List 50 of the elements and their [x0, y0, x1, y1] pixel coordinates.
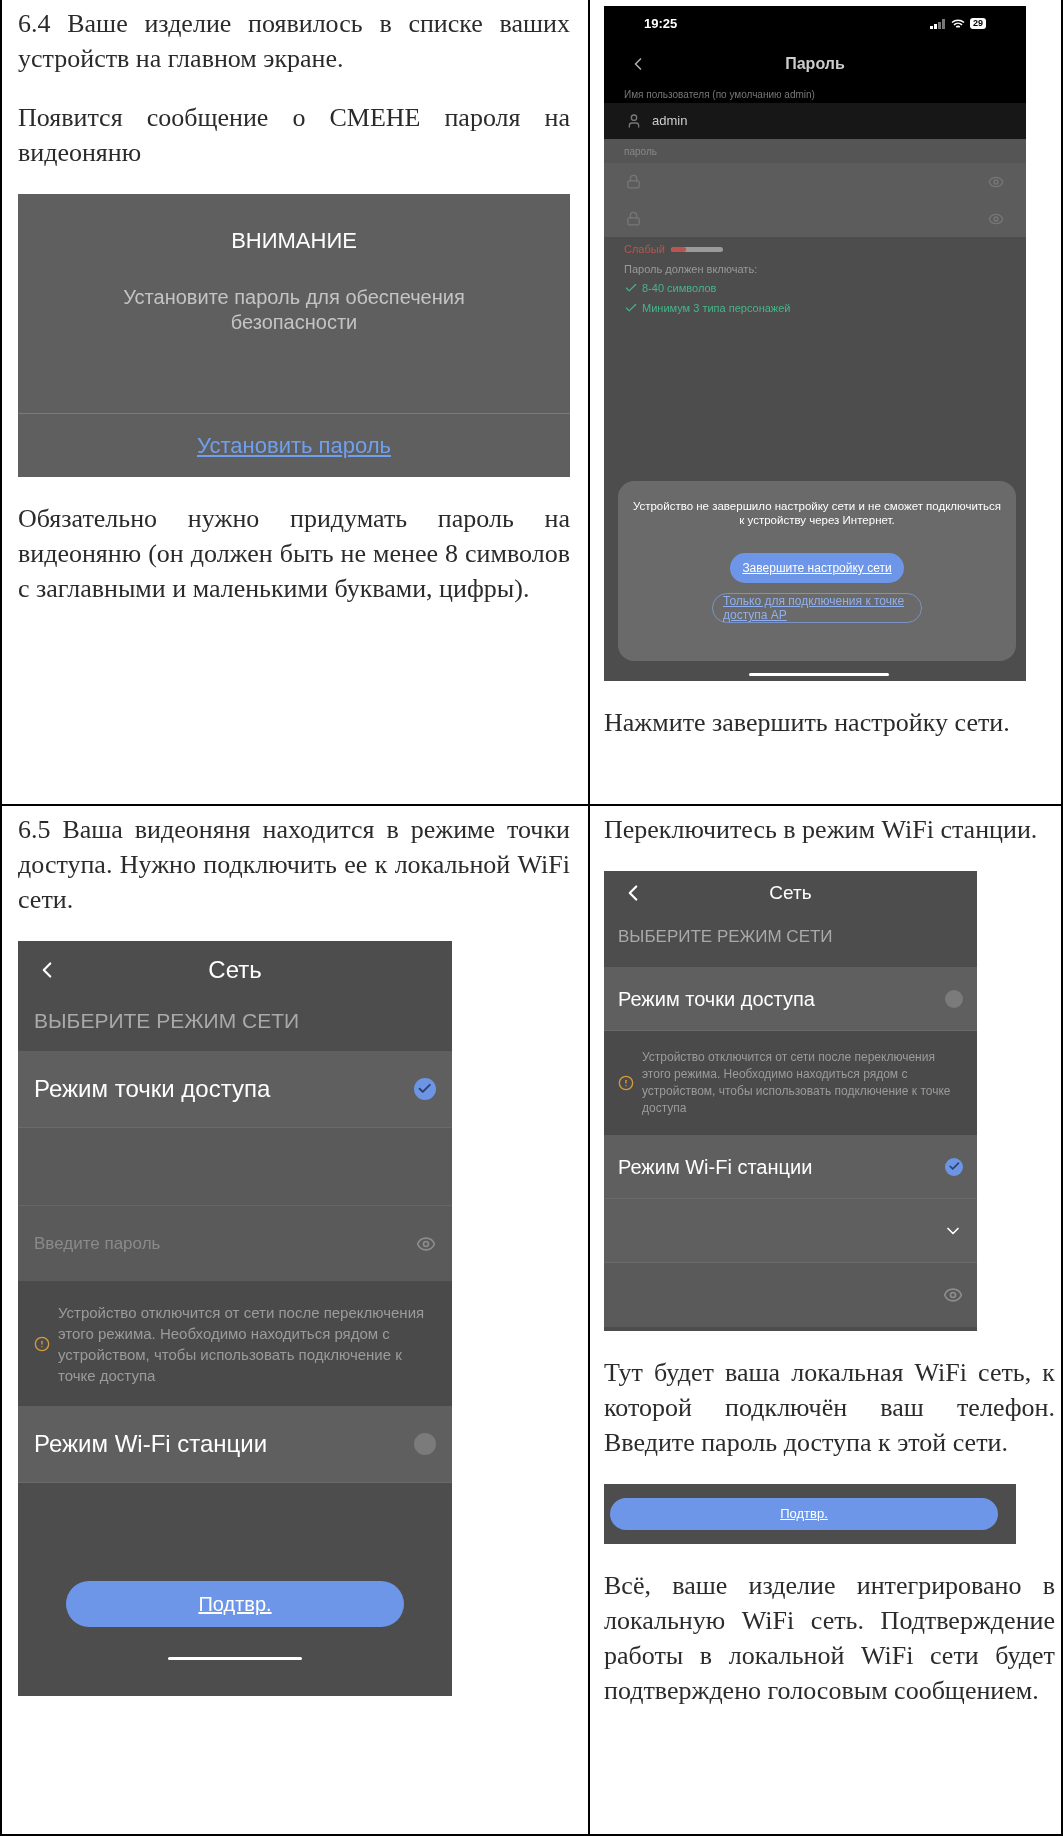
- confirm-button[interactable]: Подтвр.: [66, 1581, 404, 1627]
- paragraph: Всё, ваше изделие интегрировано в локальную WiFi сеть. Подтверждение работы в локальной WiFi сети будет подтверждено голосовым сообщением.: [604, 1570, 1055, 1707]
- selected-check-icon[interactable]: [414, 1078, 436, 1100]
- password-field[interactable]: [604, 200, 1026, 237]
- screen-title: Пароль: [785, 53, 845, 74]
- alert-message: Установите пароль для обеспечения безопасности: [122, 285, 466, 335]
- wifi-icon: [951, 18, 965, 29]
- confirm-button[interactable]: Подтвр.: [610, 1498, 998, 1530]
- username-field[interactable]: admin: [604, 103, 1026, 139]
- paragraph: Тут будет ваша локальная WiFi сеть, к которой подключён ваш телефон. Введите пароль доступа к этой сети.: [604, 1357, 1055, 1459]
- field-label: Имя пользователя (по умолчанию admin): [624, 88, 815, 102]
- selected-check-icon[interactable]: [945, 1157, 963, 1176]
- screen-title: Сеть: [769, 880, 812, 905]
- network-dropdown[interactable]: [604, 1199, 977, 1263]
- requirement-text: 8-40 символов: [642, 281, 717, 296]
- user-icon: [626, 113, 642, 129]
- warning-icon: [618, 1075, 634, 1091]
- radio-icon[interactable]: [414, 1433, 436, 1455]
- requirement-text: Минимум 3 типа персонажей: [642, 300, 791, 316]
- paragraph: 6.4 Ваше изделие появилось в списке ваших устройств на главном экране.: [18, 8, 570, 75]
- sheet-message: Устройство не завершило настройку сети и не сможет подключиться к устройству через Интернет.: [632, 499, 1002, 527]
- status-time: 19:25: [644, 14, 678, 33]
- lock-icon: [626, 211, 641, 226]
- paragraph: Появится сообщение о СМЕНЕ пароля на видеоняню: [18, 102, 570, 169]
- mode-option[interactable]: Режим Wi-Fi станции: [604, 1135, 977, 1199]
- mode-option[interactable]: Режим точки доступа: [604, 967, 977, 1031]
- section-header: ВЫБЕРИТЕ РЕЖИМ СЕТИ: [618, 926, 833, 949]
- paragraph: Обязательно нужно придумать пароль на видеоняню (он должен быть не менее 8 символов с заглавными и маленькими буквами, цифры).: [18, 503, 570, 605]
- section-header: ВЫБЕРИТЕ РЕЖИМ СЕТИ: [34, 1008, 300, 1035]
- signal-icon: [930, 18, 946, 29]
- set-password-link[interactable]: Установить пароль: [197, 429, 391, 462]
- mode-option[interactable]: Режим Wi-Fi станции: [18, 1406, 452, 1483]
- mode-option[interactable]: Режим точки доступа: [18, 1051, 452, 1128]
- alert-title: ВНИМАНИЕ: [231, 227, 357, 255]
- battery-indicator: 29: [970, 18, 986, 29]
- warning-text: Устройство отключится от сети после переключения этого режима. Необходимо находиться рядом с устройством, чтобы использовать подключение к точке доступа: [58, 1302, 426, 1386]
- requirements-heading: Пароль должен включать:: [624, 261, 759, 277]
- radio-icon[interactable]: [945, 989, 963, 1008]
- password-field[interactable]: [604, 163, 1026, 200]
- password-field[interactable]: [604, 1263, 977, 1327]
- warning-icon: [34, 1335, 50, 1352]
- lock-icon: [626, 174, 641, 189]
- eye-icon[interactable]: [943, 1285, 963, 1305]
- screen-title: Сеть: [208, 955, 262, 985]
- finish-setup-button[interactable]: Завершите настройку сети: [730, 553, 904, 583]
- paragraph: Нажмите завершить настройку сети.: [604, 707, 1011, 739]
- paragraph: Переключитесь в режим WiFi станции.: [604, 814, 1039, 846]
- strength-label: Слабый: [624, 242, 665, 257]
- paragraph: 6.5 Ваша видеоняня находится в режиме точки доступа. Нужно подключить ее к локальной WiFi сети.: [18, 814, 570, 916]
- warning-text: Устройство отключится от сети после переключения этого режима. Необходимо находиться рядом с устройством, чтобы использовать подключение к точке доступа: [642, 1049, 952, 1117]
